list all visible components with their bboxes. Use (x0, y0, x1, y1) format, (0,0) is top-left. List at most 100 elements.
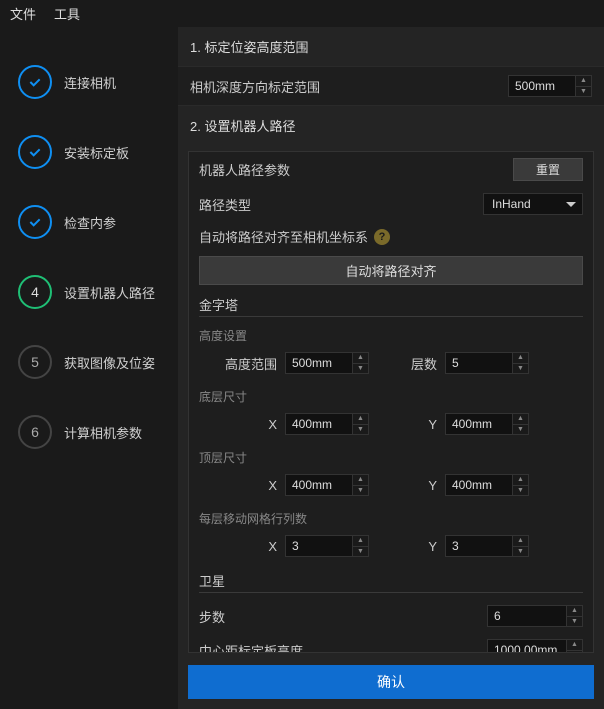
sat-steps-row: 步数 ▲▼ (199, 599, 583, 633)
params-label: 机器人路径参数 (199, 160, 513, 179)
path-params-panel: 机器人路径参数 重置 路径类型 InHand 自动将路径对齐至相机坐标系 ? 自… (188, 151, 594, 653)
sat-steps-input[interactable] (487, 605, 567, 627)
top-x-input[interactable] (285, 474, 353, 496)
align-label-row: 自动将路径对齐至相机坐标系 ? (189, 221, 593, 252)
layers-input[interactable] (445, 352, 513, 374)
chevron-down-icon[interactable]: ▼ (576, 87, 591, 97)
height-section-label: 高度设置 (199, 323, 583, 348)
help-icon[interactable]: ? (374, 229, 390, 245)
sat-center-input[interactable] (487, 639, 567, 652)
height-range-label: 高度范围 (199, 354, 277, 373)
chevron-up-icon[interactable]: ▲ (576, 76, 591, 87)
check-icon (18, 205, 52, 239)
layers-spinner[interactable]: ▲▼ (445, 352, 529, 374)
chevron-up-icon[interactable]: ▲ (513, 475, 528, 486)
x-label: X (199, 417, 277, 432)
top-size-row: X ▲▼ Y ▲▼ (199, 470, 583, 506)
chevron-down-icon[interactable]: ▼ (513, 486, 528, 496)
grid-y-input[interactable] (445, 535, 513, 557)
y-label: Y (377, 478, 437, 493)
top-y-input[interactable] (445, 474, 513, 496)
chevron-down-icon[interactable]: ▼ (567, 617, 582, 627)
sat-center-spinner[interactable]: ▲▼ (487, 639, 583, 652)
layers-label: 层数 (377, 354, 437, 373)
depth-range-label: 相机深度方向标定范围 (190, 77, 500, 96)
bottom-y-input[interactable] (445, 413, 513, 435)
grid-x-input[interactable] (285, 535, 353, 557)
sat-steps-label: 步数 (199, 607, 487, 626)
x-label: X (199, 478, 277, 493)
chevron-down-icon[interactable]: ▼ (513, 547, 528, 557)
align-label: 自动将路径对齐至相机坐标系 (199, 227, 368, 246)
depth-range-row: 相机深度方向标定范围 ▲ ▼ (178, 66, 604, 106)
bottom-x-spinner[interactable]: ▲▼ (285, 413, 369, 435)
top-x-spinner[interactable]: ▲▼ (285, 474, 369, 496)
step-1-label: 连接相机 (64, 73, 116, 92)
step-2[interactable]: 安装标定板 (0, 117, 178, 187)
height-range-spinner[interactable]: ▲▼ (285, 352, 369, 374)
path-type-value: InHand (492, 197, 531, 211)
chevron-down-icon[interactable]: ▼ (353, 425, 368, 435)
check-icon (18, 65, 52, 99)
section1-title: 1. 标定位姿高度范围 (178, 27, 604, 66)
grid-row: X ▲▼ Y ▲▼ (199, 531, 583, 567)
menu-tools[interactable]: 工具 (54, 4, 80, 23)
step-5-label: 获取图像及位姿 (64, 353, 155, 372)
scroll-area[interactable]: 金字塔 高度设置 高度范围 ▲▼ 层数 ▲▼ 底层尺寸 X (189, 291, 593, 652)
pyramid-title: 金字塔 (199, 291, 583, 317)
chevron-up-icon[interactable]: ▲ (567, 606, 582, 617)
depth-range-input[interactable] (508, 75, 576, 97)
chevron-up-icon[interactable]: ▲ (567, 640, 582, 651)
chevron-down-icon[interactable]: ▼ (353, 364, 368, 374)
chevron-up-icon[interactable]: ▲ (513, 536, 528, 547)
chevron-down-icon[interactable]: ▼ (513, 364, 528, 374)
step-4[interactable]: 4 设置机器人路径 (0, 257, 178, 327)
step-1[interactable]: 连接相机 (0, 47, 178, 117)
sat-center-label: 中心距标定板高度 (199, 641, 487, 653)
chevron-up-icon[interactable]: ▲ (353, 536, 368, 547)
grid-x-spinner[interactable]: ▲▼ (285, 535, 369, 557)
reset-button[interactable]: 重置 (513, 158, 583, 181)
satellite-title: 卫星 (199, 567, 583, 593)
sidebar: 连接相机 安装标定板 检查内参 4 设置机器人路径 5 获取图像及位姿 6 计算… (0, 27, 178, 709)
step-4-label: 设置机器人路径 (64, 283, 155, 302)
chevron-up-icon[interactable]: ▲ (353, 353, 368, 364)
spinner-arrows[interactable]: ▲ ▼ (576, 75, 592, 97)
top-size-label: 顶层尺寸 (199, 445, 583, 470)
depth-range-spinner[interactable]: ▲ ▼ (508, 75, 592, 97)
path-type-row: 路径类型 InHand (189, 187, 593, 221)
menu-file[interactable]: 文件 (10, 4, 36, 23)
step-number-icon: 6 (18, 415, 52, 449)
chevron-down-icon[interactable]: ▼ (513, 425, 528, 435)
bottom-y-spinner[interactable]: ▲▼ (445, 413, 529, 435)
path-type-select[interactable]: InHand (483, 193, 583, 215)
check-icon (18, 135, 52, 169)
height-range-input[interactable] (285, 352, 353, 374)
chevron-down-icon[interactable]: ▼ (353, 547, 368, 557)
auto-align-button[interactable]: 自动将路径对齐 (199, 256, 583, 285)
params-header-row: 机器人路径参数 重置 (189, 152, 593, 187)
y-label: Y (377, 417, 437, 432)
chevron-down-icon[interactable]: ▼ (353, 486, 368, 496)
confirm-button[interactable]: 确认 (188, 665, 594, 699)
grid-y-spinner[interactable]: ▲▼ (445, 535, 529, 557)
grid-label: 每层移动网格行列数 (199, 506, 583, 531)
step-5[interactable]: 5 获取图像及位姿 (0, 327, 178, 397)
sat-center-row: 中心距标定板高度 ▲▼ (199, 633, 583, 652)
bottom-x-input[interactable] (285, 413, 353, 435)
step-3-label: 检查内参 (64, 213, 116, 232)
step-2-label: 安装标定板 (64, 143, 129, 162)
step-3[interactable]: 检查内参 (0, 187, 178, 257)
chevron-up-icon[interactable]: ▲ (513, 353, 528, 364)
menubar: 文件 工具 (0, 0, 604, 27)
top-y-spinner[interactable]: ▲▼ (445, 474, 529, 496)
chevron-down-icon[interactable]: ▼ (567, 651, 582, 653)
chevron-up-icon[interactable]: ▲ (513, 414, 528, 425)
chevron-up-icon[interactable]: ▲ (353, 475, 368, 486)
step-6[interactable]: 6 计算相机参数 (0, 397, 178, 467)
height-row: 高度范围 ▲▼ 层数 ▲▼ (199, 348, 583, 384)
chevron-up-icon[interactable]: ▲ (353, 414, 368, 425)
sat-steps-spinner[interactable]: ▲▼ (487, 605, 583, 627)
main-panel: 1. 标定位姿高度范围 相机深度方向标定范围 ▲ ▼ 2. 设置机器人路径 机器… (178, 27, 604, 709)
section2-title: 2. 设置机器人路径 (178, 106, 604, 145)
